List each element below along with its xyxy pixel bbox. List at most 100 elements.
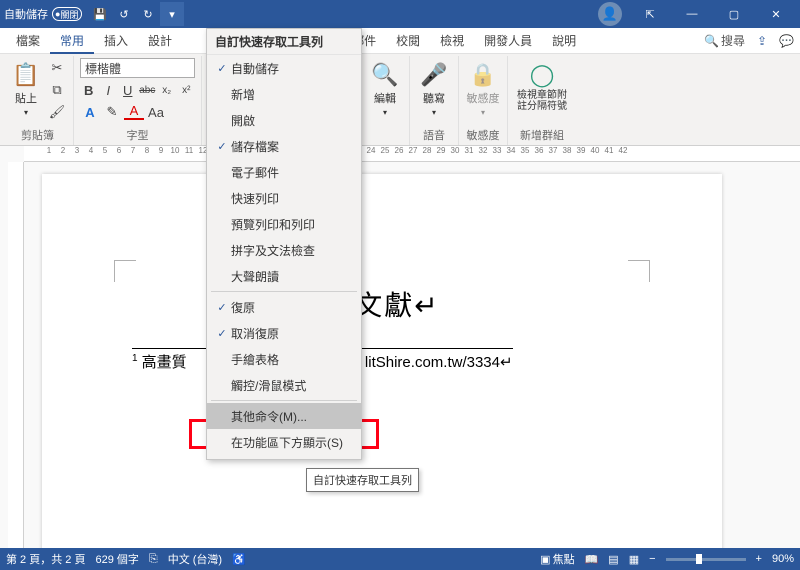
tab-design[interactable]: 設計 <box>138 28 182 54</box>
tooltip: 自訂快速存取工具列 <box>306 468 419 492</box>
ribbon-display-button[interactable]: ⇱ <box>630 0 670 28</box>
tab-review[interactable]: 校閱 <box>386 28 430 54</box>
qat-redo-icon[interactable]: ↻ <box>136 2 160 26</box>
qat-menu-item[interactable]: ✓復原 <box>207 294 361 320</box>
zoom-slider[interactable] <box>666 558 746 561</box>
autosave-state: ●關閉 <box>52 7 82 21</box>
share-icon: ⇪ <box>757 28 767 54</box>
italic-button[interactable]: I <box>100 80 118 100</box>
superscript-button[interactable]: x² <box>178 80 196 100</box>
group-label: 語音 <box>416 125 452 145</box>
menu-title: 自訂快速存取工具列 <box>207 29 361 55</box>
zoom-level[interactable]: 90% <box>772 553 794 565</box>
highlight-button[interactable]: ✎ <box>102 102 122 122</box>
status-bar: 第 2 頁，共 2 頁 629 個字 ⎘ 中文 (台灣) ♿ ▣ 焦點 📖 ▤ … <box>0 548 800 570</box>
strike-button[interactable]: abc <box>139 80 157 100</box>
qat-menu-item[interactable]: 預覽列印和列印 <box>207 211 361 237</box>
group-label: 敏感度 <box>465 125 501 145</box>
qat-menu-item[interactable]: 在功能區下方顯示(S) <box>207 429 361 455</box>
tab-file[interactable]: 檔案 <box>6 28 50 54</box>
menu-item-label: 復原 <box>231 299 255 316</box>
qat-customize-dropdown[interactable]: ▾ <box>160 2 184 26</box>
sensitivity-button[interactable]: 🔒敏感度▾ <box>465 58 501 120</box>
qat-save-icon[interactable]: 💾 <box>88 2 112 26</box>
focus-mode-button[interactable]: ▣ 焦點 <box>540 551 574 567</box>
paste-button[interactable]: 📋 貼上▾ <box>8 58 44 120</box>
group-label: 剪貼簿 <box>8 125 67 145</box>
qat-menu-item[interactable]: 快速列印 <box>207 185 361 211</box>
font-name-select[interactable]: 標楷體 <box>80 58 195 78</box>
dictate-button[interactable]: 🎤聽寫▾ <box>416 58 452 120</box>
find-icon: 🔍 <box>371 62 398 88</box>
qat-menu-item[interactable]: 拼字及文法檢查 <box>207 237 361 263</box>
document-content[interactable]: 考文獻↵ 1高畫質 litShire.com.tw/3334↵ <box>42 174 722 372</box>
qat-undo-icon[interactable]: ↺ <box>112 2 136 26</box>
footnote-separator-button[interactable]: ◯檢視章節附註分隔符號 <box>514 58 570 120</box>
cut-icon[interactable]: ✂ <box>47 58 67 78</box>
web-layout-icon[interactable]: ▦ <box>629 553 639 566</box>
underline-button[interactable]: U <box>119 80 137 100</box>
menu-item-label: 新增 <box>231 86 255 103</box>
tab-help[interactable]: 說明 <box>542 28 586 54</box>
menu-item-label: 其他命令(M)... <box>231 408 307 425</box>
ribbon-tabs: 檔案 常用 插入 設計 郵件 校閱 檢視 開發人員 說明 🔍搜尋 ⇪ 💬 <box>0 28 800 54</box>
comment-icon: 💬 <box>779 28 794 54</box>
qat-menu-item[interactable]: 電子郵件 <box>207 159 361 185</box>
check-icon: ✓ <box>213 140 231 153</box>
qat-menu-item[interactable]: 其他命令(M)... <box>207 403 361 429</box>
maximize-button[interactable]: ▢ <box>714 0 754 28</box>
print-layout-icon[interactable]: ▤ <box>608 553 618 566</box>
search-icon: 🔍 <box>704 28 719 54</box>
tab-view[interactable]: 檢視 <box>430 28 474 54</box>
menu-item-label: 取消復原 <box>231 325 279 342</box>
group-label: 新增群組 <box>514 125 570 145</box>
qat-menu-item[interactable]: 新增 <box>207 81 361 107</box>
zoom-in-button[interactable]: + <box>756 553 762 565</box>
tab-insert[interactable]: 插入 <box>94 28 138 54</box>
tab-home[interactable]: 常用 <box>50 28 94 54</box>
check-icon: ✓ <box>213 301 231 314</box>
read-mode-icon[interactable]: 📖 <box>585 553 599 566</box>
accessibility-status[interactable]: ♿ <box>232 553 246 566</box>
qat-menu-item[interactable]: 大聲朗讀 <box>207 263 361 289</box>
qat-menu-item[interactable]: ✓取消復原 <box>207 320 361 346</box>
menu-item-label: 快速列印 <box>231 190 279 207</box>
comments-button[interactable]: 💬 <box>773 28 800 54</box>
change-case-button[interactable]: Aa <box>146 102 166 122</box>
close-button[interactable]: ✕ <box>756 0 796 28</box>
format-painter-icon[interactable]: 🖌 <box>47 102 67 122</box>
horizontal-ruler[interactable]: 1234567891011121314151617181920212223242… <box>24 146 800 162</box>
language-status[interactable]: 中文 (台灣) <box>168 551 222 567</box>
page-number-status[interactable]: 第 2 頁，共 2 頁 <box>6 551 85 567</box>
qat-menu-item[interactable]: ✓儲存檔案 <box>207 133 361 159</box>
share-button[interactable]: ⇪ <box>751 28 773 54</box>
font-color-button[interactable]: A <box>124 102 144 120</box>
group-label <box>367 141 403 145</box>
copy-icon[interactable]: ⧉ <box>47 80 67 100</box>
qat-menu-item[interactable]: 開啟 <box>207 107 361 133</box>
zoom-out-button[interactable]: − <box>649 553 655 565</box>
qat-menu-item[interactable]: 手繪表格 <box>207 346 361 372</box>
group-label: 字型 <box>80 125 195 145</box>
tell-me-search[interactable]: 🔍搜尋 <box>698 28 751 54</box>
user-avatar-icon[interactable]: 👤 <box>598 2 622 26</box>
bold-button[interactable]: B <box>80 80 98 100</box>
paste-icon: 📋 <box>12 62 39 88</box>
text-effects-button[interactable]: A <box>80 102 100 122</box>
menu-item-label: 電子郵件 <box>231 164 279 181</box>
word-count-status[interactable]: 629 個字 <box>95 551 138 567</box>
autosave-toggle[interactable]: 自動儲存 ●關閉 <box>4 6 82 22</box>
tab-developer[interactable]: 開發人員 <box>474 28 542 54</box>
spellcheck-status[interactable]: ⎘ <box>149 553 158 566</box>
qat-menu-item[interactable]: 觸控/滑鼠模式 <box>207 372 361 398</box>
title-bar: 自動儲存 ●關閉 💾 ↺ ↻ ▾ 👤 ⇱ — ▢ ✕ <box>0 0 800 28</box>
minimize-button[interactable]: — <box>672 0 712 28</box>
vertical-ruler[interactable] <box>8 162 24 548</box>
menu-item-label: 預覽列印和列印 <box>231 216 315 233</box>
editing-button[interactable]: 🔍編輯▾ <box>367 58 403 120</box>
ribbon: 📋 貼上▾ ✂ ⧉ 🖌 剪貼簿 標楷體 B I U abc x₂ x² A <box>0 54 800 146</box>
menu-item-label: 大聲朗讀 <box>231 268 279 285</box>
subscript-button[interactable]: x₂ <box>158 80 176 100</box>
qat-menu-item[interactable]: ✓自動儲存 <box>207 55 361 81</box>
group-clipboard: 📋 貼上▾ ✂ ⧉ 🖌 剪貼簿 <box>2 56 74 145</box>
